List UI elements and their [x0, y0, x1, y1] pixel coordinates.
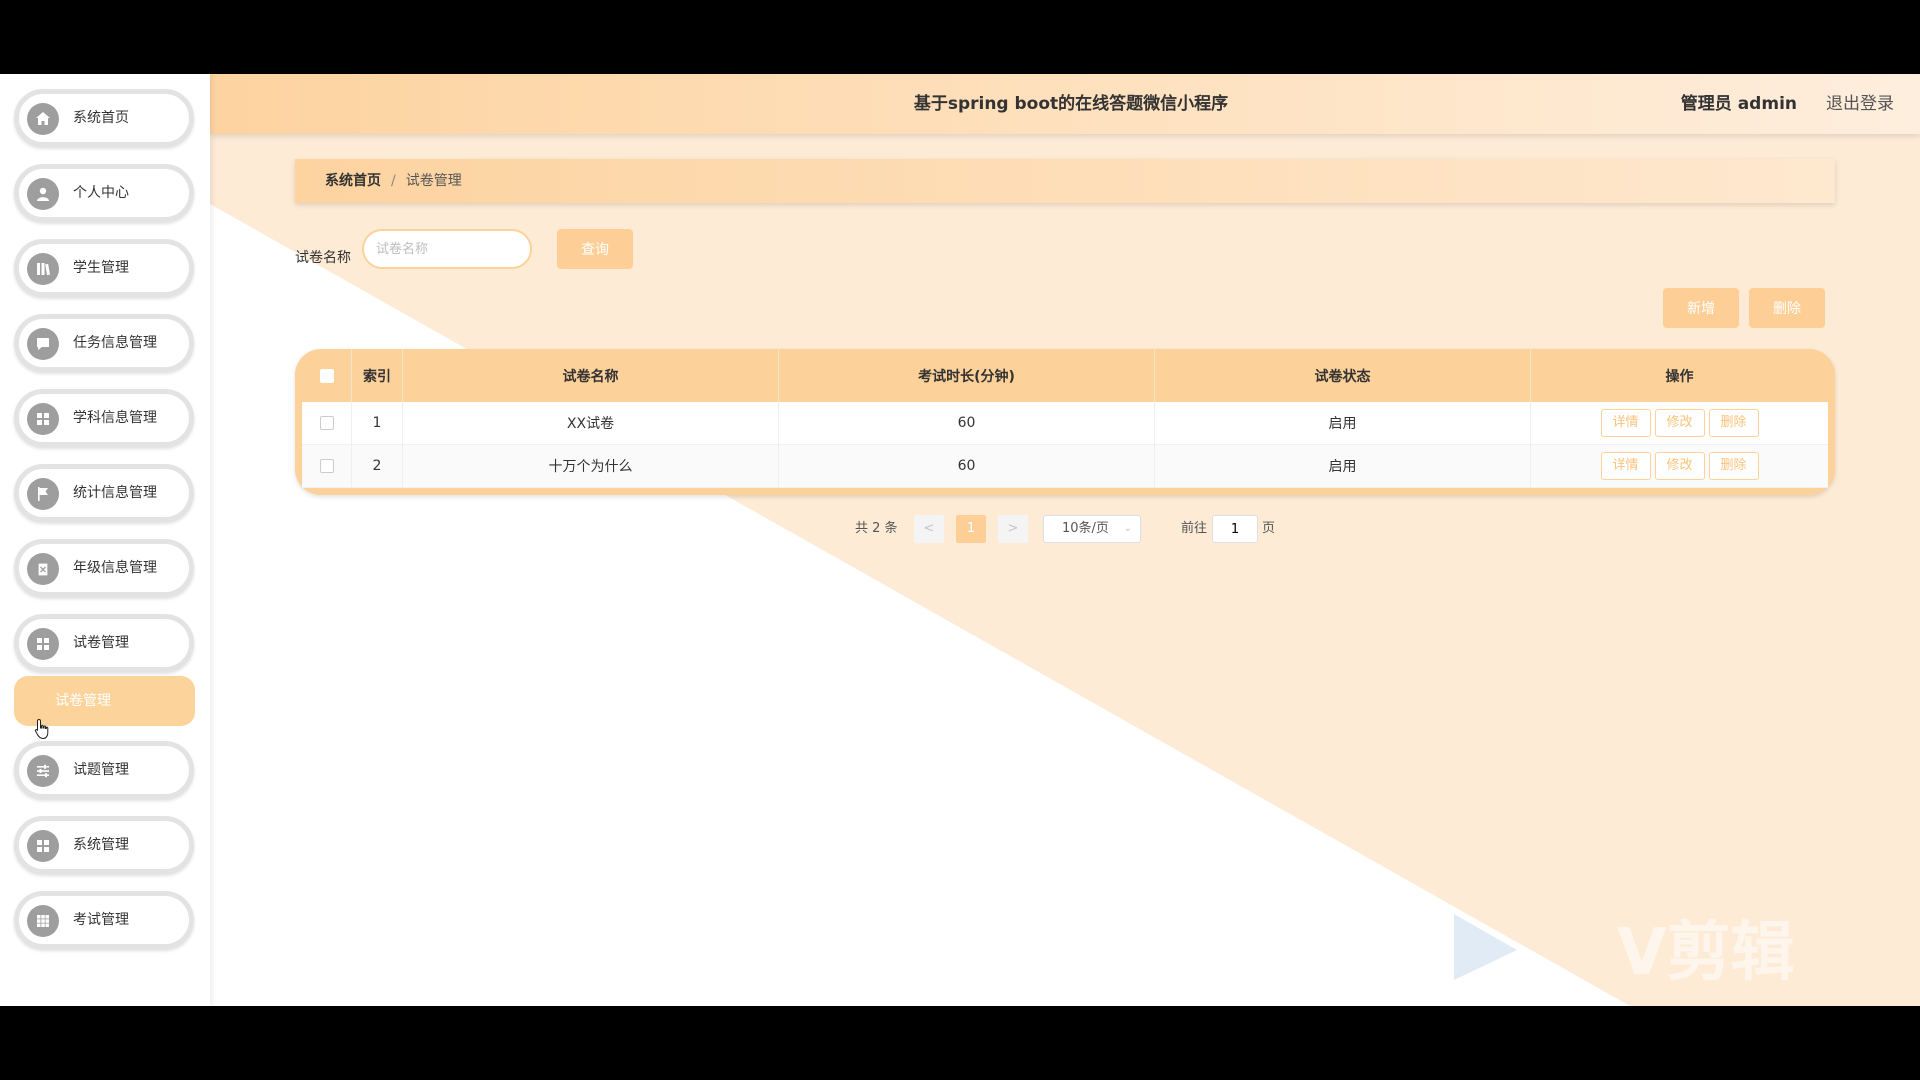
edit-button[interactable]: 修改	[1654, 409, 1705, 437]
pagination: 共 2 条 < 1 > 10条/页 ⌄ 前往 页	[0, 515, 1920, 543]
query-button[interactable]: 查询	[557, 229, 633, 269]
row-select-cell	[302, 444, 352, 488]
sidebar-item-profile[interactable]: 个人中心	[14, 164, 194, 222]
sidebar-item-label: 试卷管理	[73, 635, 129, 651]
row-select-cell	[302, 402, 352, 445]
duration-cell: 60	[778, 444, 1155, 488]
sidebar-item-questions[interactable]: 试题管理	[14, 741, 194, 799]
sidebar-item-papers[interactable]: 试卷管理	[14, 614, 194, 672]
sidebar-item-exams[interactable]: 考试管理	[14, 891, 194, 949]
status-cell: 启用	[1154, 444, 1531, 488]
hand-cursor-icon	[34, 718, 49, 740]
page-size-value: 10条/页	[1062, 521, 1109, 536]
row-checkbox[interactable]	[319, 416, 334, 430]
grid-icon	[27, 403, 59, 435]
actions-cell: 详情 修改 删除	[1530, 444, 1828, 488]
add-button[interactable]: 新增	[1663, 288, 1739, 328]
table-header-row: 索引 试卷名称 考试时长(分钟) 试卷状态 操作	[302, 349, 1828, 402]
papers-table: 索引 试卷名称 考试时长(分钟) 试卷状态 操作 1 XX试卷 60 启用 详情…	[295, 349, 1835, 495]
index-cell: 2	[351, 444, 403, 488]
sidebar-item-label: 系统管理	[73, 837, 129, 853]
breadcrumb: 系统首页 / 试卷管理	[295, 159, 1835, 203]
page-size-select[interactable]: 10条/页 ⌄	[1043, 515, 1141, 543]
sidebar-item-students[interactable]: 学生管理	[14, 239, 194, 297]
column-header: 考试时长(分钟)	[778, 349, 1155, 402]
chevron-down-icon: ⌄	[1123, 523, 1132, 534]
column-header: 试卷状态	[1154, 349, 1531, 402]
breadcrumb-home[interactable]: 系统首页	[325, 173, 381, 189]
sidebar-item-label: 试题管理	[73, 762, 129, 778]
page-suffix: 页	[1262, 521, 1276, 536]
book-icon	[27, 253, 59, 285]
page-button-current[interactable]: 1	[956, 515, 986, 543]
index-cell: 1	[351, 402, 403, 445]
sidebar-item-label: 学科信息管理	[73, 410, 157, 426]
sidebar-item-label: 系统首页	[73, 110, 129, 126]
app-window: 系统首页 个人中心 学生管理 任务信息管理 学科信息管理 统计信息管理 年级信息…	[0, 74, 1920, 1006]
grid-icon	[27, 830, 59, 862]
actions-cell: 详情 修改 删除	[1530, 402, 1828, 445]
sidebar-item-label: 任务信息管理	[73, 335, 157, 351]
submenu-item-label: 试卷管理	[55, 693, 111, 709]
sidebar-item-label: 个人中心	[73, 185, 129, 201]
grid-icon	[27, 628, 59, 660]
select-all-checkbox[interactable]	[319, 368, 334, 383]
sidebar-item-grades[interactable]: 年级信息管理	[14, 539, 194, 597]
sidebar-item-home[interactable]: 系统首页	[14, 89, 194, 147]
batch-delete-button[interactable]: 删除	[1749, 288, 1825, 328]
table-icon	[27, 905, 59, 937]
app-title: 基于spring boot的在线答题微信小程序	[913, 94, 1229, 114]
top-header: 基于spring boot的在线答题微信小程序 管理员 admin 退出登录	[210, 74, 1920, 134]
current-user: 管理员 admin	[1680, 94, 1797, 114]
breadcrumb-current: 试卷管理	[405, 173, 462, 189]
sidebar-item-label: 考试管理	[73, 912, 129, 928]
next-page-button[interactable]: >	[998, 515, 1028, 543]
goto-page-input[interactable]	[1212, 515, 1258, 543]
detail-button[interactable]: 详情	[1600, 409, 1651, 437]
search-label: 试卷名称	[295, 250, 351, 266]
logout-link[interactable]: 退出登录	[1826, 74, 1894, 134]
edit-button[interactable]: 修改	[1654, 452, 1705, 480]
chat-icon	[27, 328, 59, 360]
sidebar-item-label: 学生管理	[73, 260, 129, 276]
paper-name-cell: 十万个为什么	[402, 444, 779, 488]
sidebar-item-tasks[interactable]: 任务信息管理	[14, 314, 194, 372]
clipboard-icon	[27, 553, 59, 585]
goto-label: 前往	[1181, 521, 1208, 536]
user-icon	[27, 178, 59, 210]
home-icon	[27, 103, 59, 135]
sidebar-item-label: 年级信息管理	[73, 560, 157, 576]
total-count: 共 2 条	[855, 521, 898, 536]
sidebar-item-statistics[interactable]: 统计信息管理	[14, 464, 194, 522]
delete-button[interactable]: 删除	[1708, 452, 1759, 480]
duration-cell: 60	[778, 402, 1155, 445]
detail-button[interactable]: 详情	[1600, 452, 1651, 480]
table-row: 1 XX试卷 60 启用 详情 修改 删除	[302, 402, 1828, 445]
video-editor-watermark: V剪辑	[1454, 914, 1795, 982]
status-cell: 启用	[1154, 402, 1531, 445]
breadcrumb-separator: /	[391, 173, 396, 189]
sidebar: 系统首页 个人中心 学生管理 任务信息管理 学科信息管理 统计信息管理 年级信息…	[0, 74, 210, 1006]
delete-button[interactable]: 删除	[1708, 409, 1759, 437]
sidebar-item-subjects[interactable]: 学科信息管理	[14, 389, 194, 447]
column-header: 操作	[1665, 368, 1694, 385]
column-header: 试卷名称	[402, 349, 779, 402]
paper-name-cell: XX试卷	[402, 402, 779, 445]
sliders-icon	[27, 755, 59, 787]
sidebar-item-label: 统计信息管理	[73, 485, 157, 501]
select-all-cell	[302, 349, 352, 402]
sidebar-item-system[interactable]: 系统管理	[14, 816, 194, 874]
paper-name-search-input[interactable]	[362, 229, 532, 269]
table-row: 2 十万个为什么 60 启用 详情 修改 删除	[302, 444, 1828, 488]
flag-icon	[27, 478, 59, 510]
row-checkbox[interactable]	[319, 459, 334, 473]
watermark-text: V剪辑	[1617, 916, 1795, 982]
prev-page-button[interactable]: <	[914, 515, 944, 543]
column-header: 索引	[351, 349, 403, 402]
